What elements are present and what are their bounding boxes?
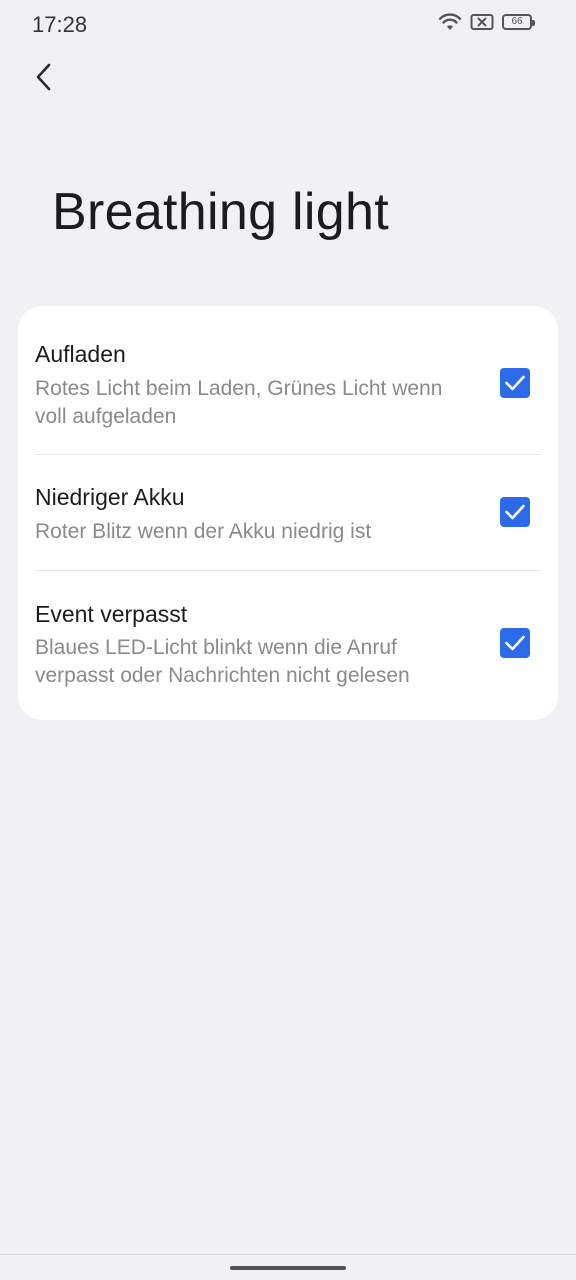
setting-title: Niedriger Akku (35, 484, 185, 510)
aufladen-checkbox[interactable] (500, 368, 530, 398)
setting-row-event-verpasst[interactable]: Event verpasst Blaues LED-Licht blinkt w… (18, 571, 558, 720)
setting-row-niedriger-akku[interactable]: Niedriger Akku Roter Blitz wenn der Akku… (18, 455, 558, 570)
sim-off-icon (470, 13, 494, 31)
setting-description: Rotes Licht beim Laden, Grünes Licht wen… (35, 377, 443, 428)
chevron-left-icon (34, 62, 54, 97)
battery-icon: 66 (502, 14, 535, 30)
navigation-bar-divider (0, 1254, 576, 1255)
wifi-icon (438, 12, 462, 32)
check-icon (505, 635, 525, 651)
setting-description: Roter Blitz wenn der Akku niedrig ist (35, 520, 372, 543)
check-icon (505, 375, 525, 391)
event-verpasst-checkbox[interactable] (500, 628, 530, 658)
home-indicator[interactable] (230, 1266, 346, 1270)
setting-title: Event verpasst (35, 601, 188, 627)
check-icon (505, 504, 525, 520)
setting-title: Aufladen (35, 341, 126, 367)
setting-row-aufladen[interactable]: Aufladen Rotes Licht beim Laden, Grünes … (18, 306, 558, 454)
battery-level: 66 (511, 16, 523, 27)
setting-description: Blaues LED-Licht blinkt wenn die Anruf v… (35, 636, 410, 687)
status-time: 17:28 (32, 12, 88, 37)
niedriger-akku-checkbox[interactable] (500, 497, 530, 527)
page-title: Breathing light (52, 183, 389, 241)
status-bar: 17:28 66 (0, 0, 576, 50)
settings-card: Aufladen Rotes Licht beim Laden, Grünes … (18, 306, 558, 720)
status-icons: 66 (438, 12, 535, 32)
back-button[interactable] (24, 58, 64, 100)
